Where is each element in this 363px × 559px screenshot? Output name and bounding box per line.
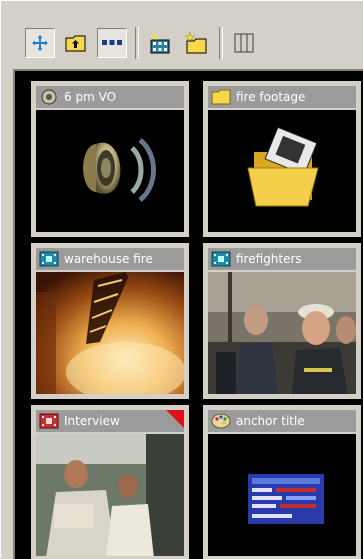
column-view-button[interactable] — [229, 28, 259, 58]
folder-icon — [210, 88, 232, 106]
new-bin-button[interactable] — [145, 28, 175, 58]
palette-icon — [210, 412, 232, 430]
new-bin-icon — [149, 32, 170, 54]
clip-tile[interactable]: warehouse fire — [31, 243, 189, 399]
speaker-icon — [38, 88, 60, 106]
toolbar-separator — [219, 27, 223, 59]
tile-header: firefighters — [208, 248, 356, 270]
bin-window: 6 pm VO fire footage warehouse fire fire… — [0, 0, 363, 559]
tile-thumbnail — [208, 434, 356, 556]
folder-up-icon — [65, 35, 86, 52]
tile-header: warehouse fire — [36, 248, 184, 270]
filmstrip-icon — [210, 250, 232, 268]
bin-contents[interactable]: 6 pm VO fire footage warehouse fire fire… — [13, 69, 363, 559]
speaker-icon — [83, 138, 156, 202]
tile-label: fire footage — [236, 90, 306, 104]
clip-tile[interactable]: Interview — [31, 405, 189, 559]
tile-label: Interview — [64, 414, 120, 428]
tile-thumbnail — [208, 272, 356, 394]
move-add-button[interactable] — [25, 28, 55, 58]
clip-tile[interactable]: 6 pm VO — [31, 81, 189, 237]
move-add-icon — [32, 35, 48, 51]
folder-up-button[interactable] — [61, 28, 91, 58]
folder-icon — [247, 126, 319, 207]
tile-label: anchor title — [236, 414, 305, 428]
tile-thumbnail — [36, 110, 184, 232]
red-filmstrip-icon — [38, 412, 60, 430]
tile-label: warehouse fire — [64, 252, 153, 266]
thumbnail-view-icon — [102, 40, 122, 45]
thumbnail-view-button[interactable] — [97, 28, 127, 58]
filmstrip-icon — [38, 250, 60, 268]
tile-thumbnail — [208, 110, 356, 232]
tile-thumbnail — [36, 272, 184, 394]
folder-tile[interactable]: fire footage — [203, 81, 361, 237]
tile-header: Interview — [36, 410, 184, 432]
title-tile[interactable]: anchor title — [203, 405, 361, 559]
toolbar — [25, 23, 363, 63]
tile-header: fire footage — [208, 86, 356, 108]
column-view-icon — [234, 33, 254, 53]
toolbar-separator — [135, 27, 139, 59]
new-folder-icon — [184, 31, 207, 54]
video-frame — [36, 434, 184, 556]
video-frame — [36, 272, 184, 394]
tile-label: firefighters — [236, 252, 302, 266]
tile-label: 6 pm VO — [64, 90, 117, 104]
clip-tile[interactable]: firefighters — [203, 243, 361, 399]
flag-marker — [166, 410, 184, 428]
video-frame — [208, 272, 356, 394]
new-folder-button[interactable] — [181, 28, 211, 58]
tile-thumbnail — [36, 434, 184, 556]
tile-header: anchor title — [208, 410, 356, 432]
tile-header: 6 pm VO — [36, 86, 184, 108]
title-preview — [248, 474, 324, 524]
